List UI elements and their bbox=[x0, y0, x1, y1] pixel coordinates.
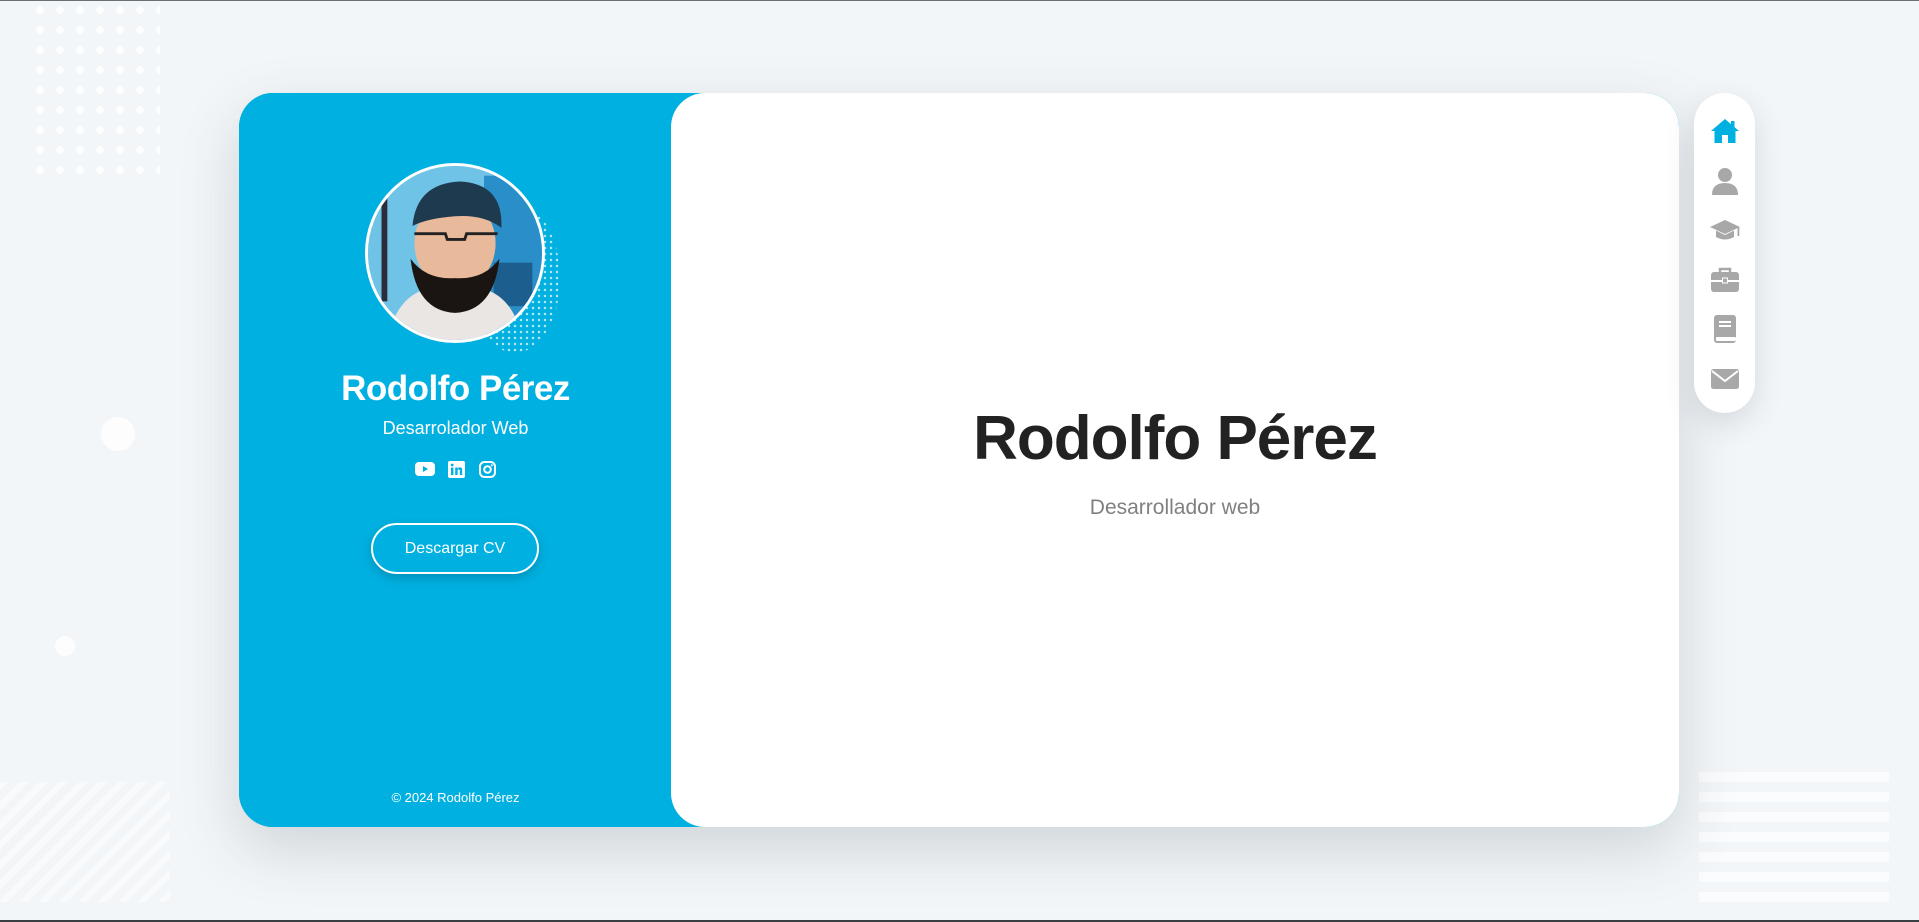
profile-name: Rodolfo Pérez bbox=[341, 369, 570, 408]
download-cv-button[interactable]: Descargar CV bbox=[371, 523, 539, 574]
copyright-text: © 2024 Rodolfo Pérez bbox=[391, 790, 520, 805]
avatar-portrait bbox=[368, 166, 542, 340]
nav-item-home[interactable] bbox=[1705, 111, 1745, 151]
background-stripes bbox=[0, 782, 170, 902]
background-circle bbox=[101, 417, 135, 451]
profile-role: Desarrolador Web bbox=[382, 418, 529, 438]
avatar-container bbox=[365, 163, 560, 353]
profile-card: Rodolfo Pérez Desarrolador Web Descargar… bbox=[239, 93, 1679, 827]
background-circle bbox=[55, 636, 75, 656]
user-icon bbox=[1711, 167, 1738, 195]
social-links bbox=[415, 459, 497, 479]
nav-item-contact[interactable] bbox=[1705, 359, 1745, 399]
avatar bbox=[365, 163, 545, 343]
background-lines bbox=[1699, 772, 1889, 912]
nav-item-profile[interactable] bbox=[1705, 161, 1745, 201]
profile-sidebar: Rodolfo Pérez Desarrolador Web Descargar… bbox=[239, 93, 703, 827]
instagram-icon[interactable] bbox=[477, 459, 497, 479]
nav-item-education[interactable] bbox=[1705, 210, 1745, 250]
page-subtitle: Desarrollador web bbox=[1089, 496, 1261, 519]
side-navigation bbox=[1694, 93, 1755, 413]
window-top-border bbox=[0, 0, 1919, 1]
youtube-icon[interactable] bbox=[415, 459, 435, 479]
page-title: Rodolfo Pérez bbox=[973, 404, 1378, 473]
linkedin-icon[interactable] bbox=[446, 459, 466, 479]
nav-item-experience[interactable] bbox=[1705, 260, 1745, 300]
envelope-icon bbox=[1710, 368, 1739, 389]
graduation-cap-icon bbox=[1709, 220, 1740, 240]
home-icon bbox=[1710, 119, 1739, 143]
book-icon bbox=[1713, 315, 1736, 343]
main-content: Rodolfo Pérez Desarrollador web bbox=[671, 93, 1679, 827]
briefcase-icon bbox=[1710, 267, 1739, 292]
nav-item-portfolio[interactable] bbox=[1705, 309, 1745, 349]
background-dot-pattern bbox=[30, 0, 160, 175]
